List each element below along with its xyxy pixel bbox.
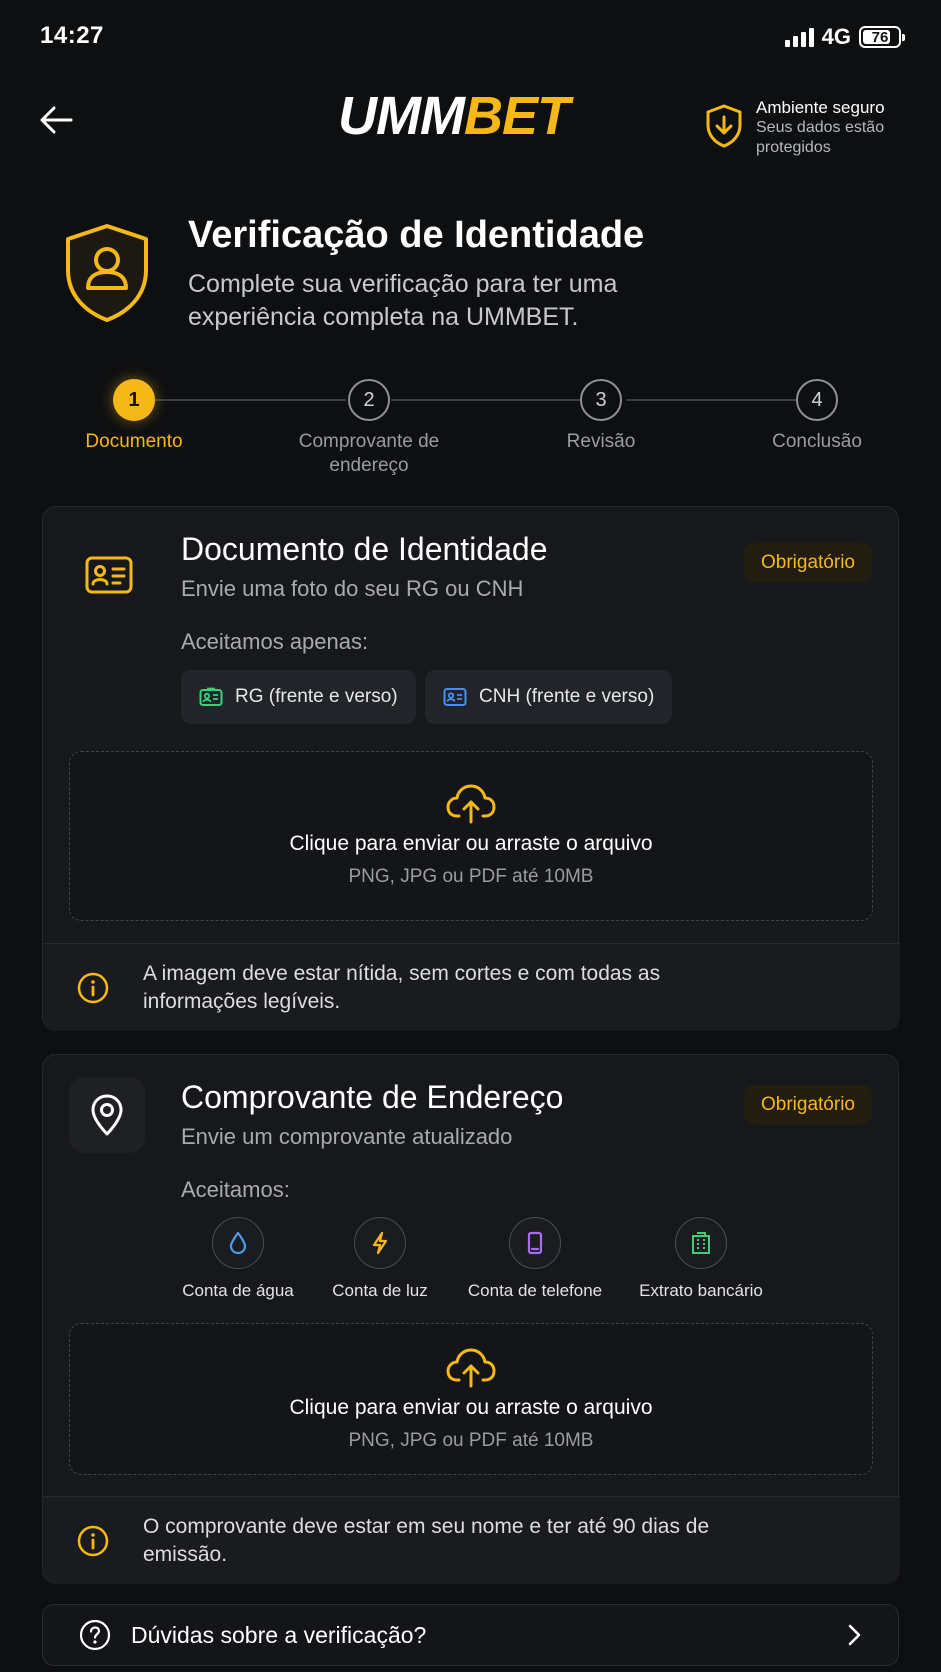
bill-label: Extrato bancário <box>639 1281 763 1300</box>
logo: UMMBET <box>338 86 570 146</box>
back-button[interactable] <box>36 100 76 140</box>
step-4-label: Conclusão <box>772 431 862 452</box>
status-indicators: 4G 76 <box>784 24 905 50</box>
step-2-circle[interactable]: 2 <box>348 379 390 421</box>
step-1-label: Documento <box>85 431 183 452</box>
address-upload-dropzone[interactable]: Clique para enviar ou arraste o arquivo … <box>69 1323 873 1475</box>
step-1-circle[interactable]: 1 <box>113 379 155 421</box>
shield-user-icon <box>66 224 148 322</box>
identity-document-card: Documento de Identidade Envie uma foto d… <box>42 506 900 1031</box>
card-icon <box>69 1077 145 1153</box>
id-card-icon <box>199 687 223 706</box>
accepted-label: Aceitamos: <box>181 1177 290 1202</box>
bill-label: Conta de água <box>182 1281 294 1300</box>
step-3-circle[interactable]: 3 <box>580 379 622 421</box>
accepted-cnh-chip: CNH (frente e verso) <box>425 670 673 724</box>
network-type: 4G <box>821 24 851 49</box>
cloud-upload-icon <box>446 1348 496 1388</box>
bill-label: Conta de telefone <box>467 1281 603 1300</box>
id-card-icon <box>85 556 133 594</box>
step-connector <box>391 399 581 401</box>
step-connector <box>154 399 346 401</box>
card-subtitle: Envie uma foto do seu RG ou CNH <box>181 576 524 601</box>
license-icon <box>443 688 467 706</box>
upload-title: Clique para enviar ou arraste o arquivo <box>289 832 653 855</box>
secure-environment: Ambiente seguro Seus dados estão protegi… <box>704 97 896 158</box>
step-3-label: Revisão <box>566 431 636 452</box>
chip-label: RG (frente e verso) <box>235 686 398 707</box>
battery-level: 76 <box>871 28 889 46</box>
question-circle-icon <box>79 1619 111 1651</box>
chevron-right-icon <box>848 1624 861 1646</box>
bank-icon <box>692 1232 710 1254</box>
note-text: A imagem deve estar nítida, sem cortes e… <box>143 961 661 1013</box>
upload-title: Clique para enviar ou arraste o arquivo <box>289 1396 653 1419</box>
identity-upload-dropzone[interactable]: Clique para enviar ou arraste o arquivo … <box>69 751 873 921</box>
battery-icon: 76 <box>859 26 905 48</box>
identity-note: A imagem deve estar nítida, sem cortes e… <box>43 943 900 1031</box>
help-verification-button[interactable]: Dúvidas sobre a verificação? <box>42 1604 899 1666</box>
card-subtitle: Envie um comprovante atualizado <box>181 1124 513 1149</box>
help-label: Dúvidas sobre a verificação? <box>131 1621 427 1648</box>
accepted-phone-bill: Conta de telefone <box>460 1217 610 1301</box>
required-badge: Obrigatório <box>744 1085 872 1125</box>
step-4-circle[interactable]: 4 <box>796 379 838 421</box>
required-badge: Obrigatório <box>744 543 872 583</box>
upload-subtitle: PNG, JPG ou PDF até 10MB <box>348 1430 594 1451</box>
accepted-water-bill: Conta de água <box>163 1217 313 1301</box>
address-proof-card: Comprovante de Endereço Envie um comprov… <box>42 1054 900 1584</box>
arrow-left-icon <box>40 106 73 134</box>
chip-label: CNH (frente e verso) <box>479 686 655 707</box>
water-drop-icon <box>229 1231 247 1255</box>
card-icon <box>71 537 147 613</box>
accepted-bank-statement: Extrato bancário <box>626 1217 776 1301</box>
location-pin-icon <box>91 1094 123 1136</box>
status-time: 14:27 <box>40 22 104 49</box>
accepted-rg-chip: RG (frente e verso) <box>181 670 416 724</box>
address-note: O comprovante deve estar em seu nome e t… <box>43 1496 900 1584</box>
step-2-label: Comprovante de endereço <box>298 431 440 476</box>
bill-label: Conta de luz <box>332 1281 428 1300</box>
accepted-label: Aceitamos apenas: <box>181 629 369 654</box>
signal-icon <box>784 27 814 47</box>
page-subtitle: Complete sua verificação para ter uma ex… <box>188 270 618 331</box>
info-icon <box>77 972 109 1003</box>
step-connector <box>626 399 796 401</box>
card-title: Documento de Identidade <box>181 531 548 567</box>
page-title: Verificação de Identidade <box>188 214 645 256</box>
shield-download-icon <box>706 104 742 148</box>
card-title: Comprovante de Endereço <box>181 1079 564 1115</box>
info-icon <box>77 1525 109 1556</box>
note-text: O comprovante deve estar em seu nome e t… <box>143 1514 710 1566</box>
secure-title: Ambiente seguro <box>756 98 885 117</box>
cloud-upload-icon <box>446 784 496 824</box>
phone-icon <box>527 1231 543 1255</box>
upload-subtitle: PNG, JPG ou PDF até 10MB <box>348 866 594 887</box>
secure-subtitle: Seus dados estão protegidos <box>756 119 885 156</box>
lightning-icon <box>372 1231 388 1255</box>
accepted-electricity-bill: Conta de luz <box>305 1217 455 1301</box>
